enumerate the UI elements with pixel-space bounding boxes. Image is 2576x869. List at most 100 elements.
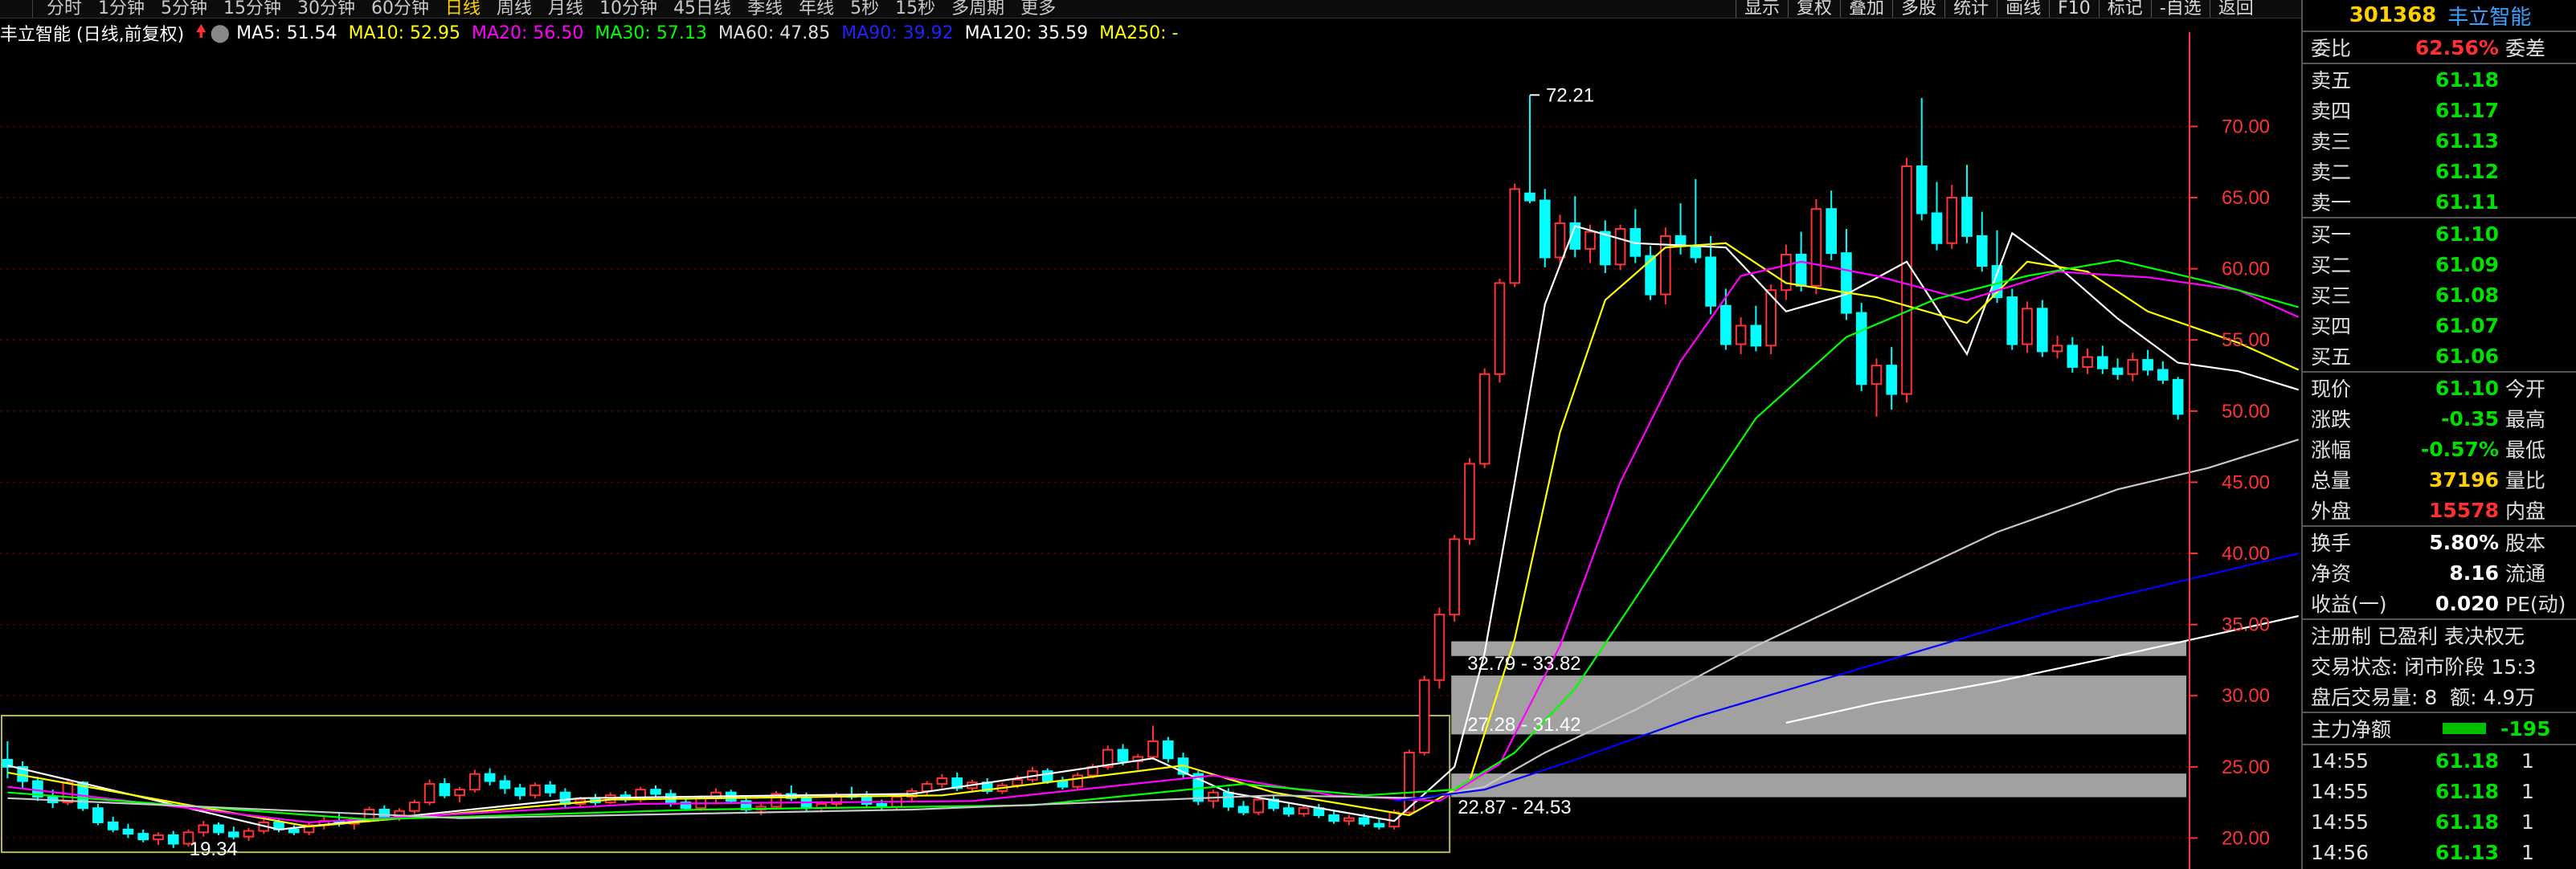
candle-body [1343,817,1355,822]
candle-body [1946,197,1958,244]
candle-body [1584,231,1596,250]
y-tick-label: 70.00 [2222,116,2270,137]
candle-body [1358,817,1370,825]
candle [1660,227,1671,304]
zone3-label: 22.87 - 24.53 [1458,797,1571,818]
ask3-row[interactable]: 卖三 61.13 [2303,125,2576,156]
candle [1690,179,1702,263]
y-tick-label: 40.00 [2222,543,2270,565]
candle-body [1418,679,1430,754]
candle [2097,345,2108,374]
candle-body [137,833,149,841]
ask5-row[interactable]: 卖五 61.18 [2303,64,2576,95]
candle [1539,189,1551,267]
candle-body [1554,222,1566,259]
candle [2006,288,2018,350]
candle-body [2022,308,2033,345]
y-tick-label: 55.00 [2222,329,2270,351]
weicha-label: 委差 [2505,37,2546,60]
change-row: 涨跌 -0.35 最高 [2311,406,2546,432]
candle-body [1162,740,1174,760]
candle-body [2157,369,2169,381]
candle-body [1614,228,1626,266]
candle-body [1690,245,1702,259]
candle [107,816,119,833]
y-tick-label: 35.00 [2222,614,2270,636]
candle [1916,98,1928,221]
candle [2036,300,2048,357]
candle [1027,766,1038,783]
bid3-row[interactable]: 买三 61.08 [2303,279,2576,310]
zone2-label: 27.28 - 31.42 [1467,714,1580,736]
candle [1237,801,1249,816]
candle-body [499,780,511,789]
candle [1826,190,1837,261]
candle-body [2097,356,2108,369]
candle-body [1057,780,1069,788]
candle [303,822,315,835]
candle [1147,725,1159,760]
candle [1343,815,1355,826]
candle [198,821,210,837]
candle [1253,797,1265,816]
candle [1524,95,1535,204]
candle [2127,353,2139,381]
candle [786,785,797,802]
afterhours-row: 盘后交易量: 8 额: 4.9万 [2311,686,2536,709]
candle-body [1298,807,1310,815]
candle [484,768,496,785]
candle [122,823,134,838]
candle-body [2082,356,2093,368]
candle [559,788,571,809]
candle [167,830,179,848]
candle-body [122,828,134,835]
y-tick-label: 30.00 [2222,685,2270,707]
candle [213,822,224,835]
candle-body [469,773,480,791]
tick-row: 14:55 61.18 1 [2311,779,2534,803]
candle [32,777,43,802]
ask2-row[interactable]: 卖二 61.12 [2303,156,2576,186]
candle [2051,335,2063,359]
candle [1313,803,1325,818]
candle-body [1283,807,1294,815]
tick-row: 14:55 61.18 1 [2311,810,2534,834]
candle-body [1117,749,1129,762]
candle [499,775,511,794]
y-tick-label: 20.00 [2222,827,2270,849]
candle [1841,229,1852,320]
candle-body [1328,814,1339,822]
candle-body [439,783,451,797]
y-tick-label: 25.00 [2222,757,2270,778]
candle [227,826,239,840]
bid4-row[interactable]: 买四 61.07 [2303,310,2576,341]
kline-chart[interactable]: 72.21 19.34 32.79 - 33.82 27.28 - 31.42 22.8… [0,0,2301,869]
candle [469,769,480,793]
candle [710,788,722,803]
candle-body [2112,367,2124,375]
high-label: 72.21 [1546,84,1594,106]
candle-body [1705,256,1716,307]
price-row: 现价 61.10 今开 [2311,376,2546,402]
candle-body [1509,188,1521,284]
candle-body [1916,165,1928,214]
volume-row: 总量 37196 量比 [2311,467,2546,493]
candle-body [2036,308,2048,353]
stock-name: 丰立智能 [2447,5,2532,30]
bid2-row[interactable]: 买二 61.09 [2303,249,2576,279]
ask1-row[interactable]: 卖一 61.11 [2303,186,2576,217]
candle-body [1524,192,1535,202]
ask4-row[interactable]: 卖四 61.17 [2303,95,2576,125]
candle-body [1539,199,1551,259]
candle [1057,777,1069,790]
bid5-row[interactable]: 买五 61.06 [2303,341,2576,371]
candle-body [650,789,661,795]
candle-body [1810,208,1822,287]
candle-body [1855,312,1867,386]
candle [1433,607,1445,689]
candle-body [1976,235,1988,267]
candle-body [530,784,541,797]
candle [439,778,451,798]
candle-body [2051,345,2063,353]
bid1-row[interactable]: 买一 61.10 [2303,218,2576,249]
